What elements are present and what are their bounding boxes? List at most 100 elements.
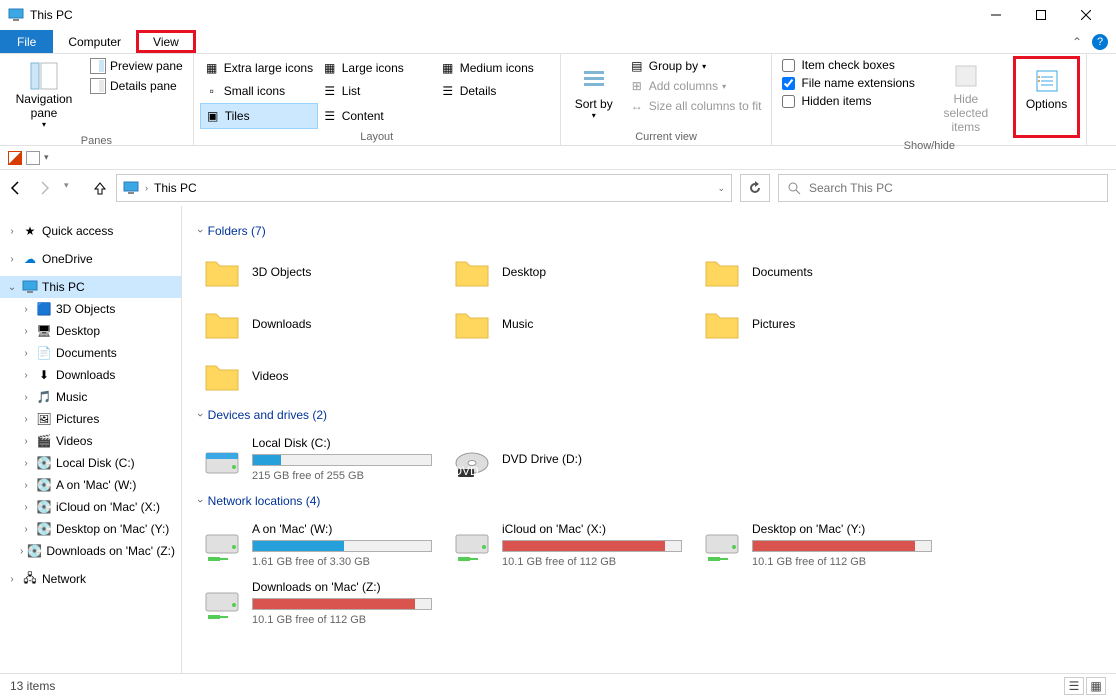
navigation-pane-icon bbox=[28, 60, 60, 92]
tree-this-pc[interactable]: ⌄This PC bbox=[0, 276, 181, 298]
layout-tiles[interactable]: ▣Tiles bbox=[200, 103, 318, 129]
hide-selected-items-button[interactable]: Hide selected items bbox=[923, 56, 1009, 138]
tree-quick-access[interactable]: ›★Quick access bbox=[0, 220, 181, 242]
folder-item[interactable]: Pictures bbox=[698, 300, 948, 348]
search-box[interactable] bbox=[778, 174, 1108, 202]
content-area[interactable]: ›Folders (7) 3D ObjectsDesktopDocuments D… bbox=[182, 206, 1116, 673]
folder-item[interactable]: 3D Objects bbox=[198, 248, 448, 296]
breadcrumb-this-pc[interactable]: This PC bbox=[154, 181, 197, 195]
tree-item[interactable]: ›💽Downloads on 'Mac' (Z:) bbox=[0, 540, 181, 562]
hidden-items-checkbox[interactable]: Hidden items bbox=[778, 92, 918, 110]
tree-network[interactable]: ›🖧Network bbox=[0, 568, 181, 590]
view-large-icons-button[interactable]: ▦ bbox=[1086, 677, 1106, 695]
checkbox-input[interactable] bbox=[782, 95, 795, 108]
tree-item[interactable]: ›💽iCloud on 'Mac' (X:) bbox=[0, 496, 181, 518]
ribbon-tabs: File Computer View ⌃ ? bbox=[0, 30, 1116, 54]
back-button[interactable] bbox=[8, 180, 24, 196]
preview-pane-icon bbox=[90, 58, 106, 74]
address-dropdown-icon[interactable]: ⌄ bbox=[717, 183, 725, 194]
qat-dropdown-icon[interactable]: ▾ bbox=[44, 152, 49, 163]
tree-item[interactable]: ›💽Local Disk (C:) bbox=[0, 452, 181, 474]
cloud-icon: ☁ bbox=[22, 251, 38, 267]
size-columns-icon: ↔ bbox=[629, 98, 645, 114]
network-drive-icon bbox=[202, 525, 242, 565]
layout-list[interactable]: ☰List bbox=[318, 80, 436, 104]
folder-item[interactable]: Videos bbox=[198, 352, 448, 400]
details-pane-button[interactable]: Details pane bbox=[86, 76, 187, 96]
ribbon-collapse-icon[interactable]: ⌃ bbox=[1072, 35, 1082, 49]
tree-item[interactable]: ›📄Documents bbox=[0, 342, 181, 364]
tree-item[interactable]: ›🎵Music bbox=[0, 386, 181, 408]
size-columns-button[interactable]: ↔Size all columns to fit bbox=[625, 96, 766, 116]
layout-extra-large-icons[interactable]: ▦Extra large icons bbox=[200, 56, 318, 80]
options-button[interactable]: Options bbox=[1018, 61, 1075, 115]
layout-details[interactable]: ☰Details bbox=[436, 80, 554, 104]
search-input[interactable] bbox=[809, 181, 1099, 195]
preview-pane-button[interactable]: Preview pane bbox=[86, 56, 187, 76]
tab-computer[interactable]: Computer bbox=[53, 30, 136, 53]
recent-locations-button[interactable]: ▾ bbox=[64, 180, 80, 196]
navigation-tree[interactable]: ›★Quick access ›☁OneDrive ⌄This PC ›🟦3D … bbox=[0, 206, 182, 673]
tree-item[interactable]: ›🟦3D Objects bbox=[0, 298, 181, 320]
layout-content[interactable]: ☰Content bbox=[318, 103, 436, 129]
forward-button[interactable] bbox=[36, 180, 52, 196]
section-network-header[interactable]: ›Network locations (4) bbox=[198, 494, 1100, 508]
folder-item[interactable]: Documents bbox=[698, 248, 948, 296]
sort-by-button[interactable]: Sort by ▾ bbox=[567, 56, 621, 129]
drive-icon: DVD bbox=[452, 439, 492, 479]
navigation-pane-button[interactable]: Navigation pane ▾ bbox=[6, 56, 82, 133]
help-icon[interactable]: ? bbox=[1092, 34, 1108, 50]
close-button[interactable] bbox=[1063, 0, 1108, 30]
qat-item[interactable] bbox=[8, 151, 22, 165]
group-by-button[interactable]: ▤Group by▾ bbox=[625, 56, 766, 76]
minimize-button[interactable] bbox=[973, 0, 1018, 30]
file-name-extensions-checkbox[interactable]: File name extensions bbox=[778, 74, 918, 92]
folder-item[interactable]: Downloads bbox=[198, 300, 448, 348]
tab-view[interactable]: View bbox=[136, 30, 196, 53]
folder-icon: 💽 bbox=[36, 477, 52, 493]
tab-file[interactable]: File bbox=[0, 30, 53, 53]
breadcrumb-separator-icon[interactable]: › bbox=[145, 183, 148, 193]
tree-item[interactable]: ›⬇Downloads bbox=[0, 364, 181, 386]
section-folders-header[interactable]: ›Folders (7) bbox=[198, 224, 1100, 238]
drive-item[interactable]: Local Disk (C:)215 GB free of 255 GB bbox=[198, 432, 448, 486]
checkbox-input[interactable] bbox=[782, 59, 795, 72]
drive-item[interactable]: DVDDVD Drive (D:) bbox=[448, 432, 698, 486]
maximize-button[interactable] bbox=[1018, 0, 1063, 30]
folder-item[interactable]: Desktop bbox=[448, 248, 698, 296]
tiles-icon: ▣ bbox=[205, 108, 221, 124]
tree-item[interactable]: ›💽A on 'Mac' (W:) bbox=[0, 474, 181, 496]
ribbon-group-label: Panes bbox=[6, 133, 187, 149]
folder-icon: 📄 bbox=[36, 345, 52, 361]
folder-icon: 💽 bbox=[36, 521, 52, 537]
network-drive-item[interactable]: Downloads on 'Mac' (Z:)10.1 GB free of 1… bbox=[198, 576, 448, 630]
add-columns-button[interactable]: ⊞Add columns▾ bbox=[625, 76, 766, 96]
drive-icon bbox=[202, 439, 242, 479]
qat-item[interactable] bbox=[26, 151, 40, 165]
section-drives-header[interactable]: ›Devices and drives (2) bbox=[198, 408, 1100, 422]
folder-icon: 🖼 bbox=[36, 411, 52, 427]
tree-item[interactable]: ›🖼Pictures bbox=[0, 408, 181, 430]
sort-icon bbox=[578, 65, 610, 97]
chevron-down-icon: › bbox=[194, 229, 206, 233]
layout-large-icons[interactable]: ▦Large icons bbox=[318, 56, 436, 80]
layout-small-icons[interactable]: ▫Small icons bbox=[200, 80, 318, 104]
ribbon-group-show-hide: Item check boxes File name extensions Hi… bbox=[772, 54, 1087, 145]
layout-medium-icons[interactable]: ▦Medium icons bbox=[436, 56, 554, 80]
refresh-button[interactable] bbox=[740, 174, 770, 202]
network-drive-item[interactable]: Desktop on 'Mac' (Y:)10.1 GB free of 112… bbox=[698, 518, 948, 572]
up-button[interactable] bbox=[92, 180, 108, 196]
tree-onedrive[interactable]: ›☁OneDrive bbox=[0, 248, 181, 270]
network-drive-item[interactable]: iCloud on 'Mac' (X:)10.1 GB free of 112 … bbox=[448, 518, 698, 572]
tree-item[interactable]: ›🖥Desktop bbox=[0, 320, 181, 342]
tree-item[interactable]: ›💽Desktop on 'Mac' (Y:) bbox=[0, 518, 181, 540]
folder-icon: 🟦 bbox=[36, 301, 52, 317]
checkbox-input[interactable] bbox=[782, 77, 795, 90]
folder-item[interactable]: Music bbox=[448, 300, 698, 348]
view-details-button[interactable]: ☰ bbox=[1064, 677, 1084, 695]
item-check-boxes-checkbox[interactable]: Item check boxes bbox=[778, 56, 918, 74]
folder-icon bbox=[702, 304, 742, 344]
address-bar[interactable]: › This PC ⌄ bbox=[116, 174, 732, 202]
tree-item[interactable]: ›🎬Videos bbox=[0, 430, 181, 452]
network-drive-item[interactable]: A on 'Mac' (W:)1.61 GB free of 3.30 GB bbox=[198, 518, 448, 572]
